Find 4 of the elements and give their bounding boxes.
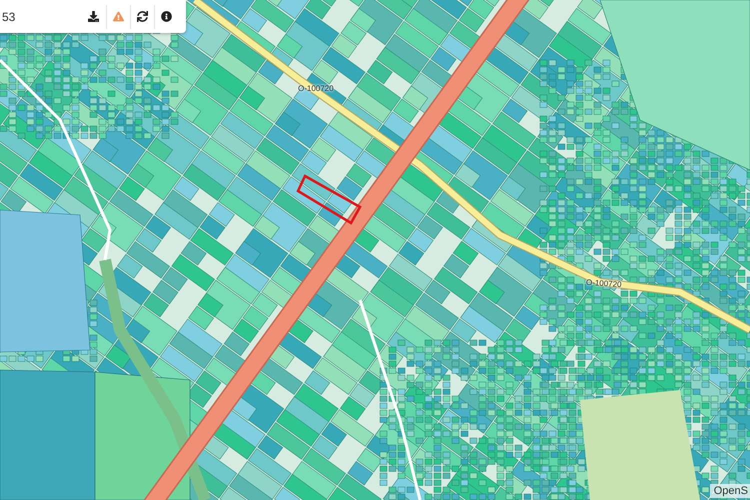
search-field[interactable]: 53 (2, 4, 78, 28)
road-label: О-100720 (586, 278, 622, 290)
map-attribution: OpenS (710, 484, 750, 498)
search-box[interactable]: 53 (0, 0, 82, 33)
